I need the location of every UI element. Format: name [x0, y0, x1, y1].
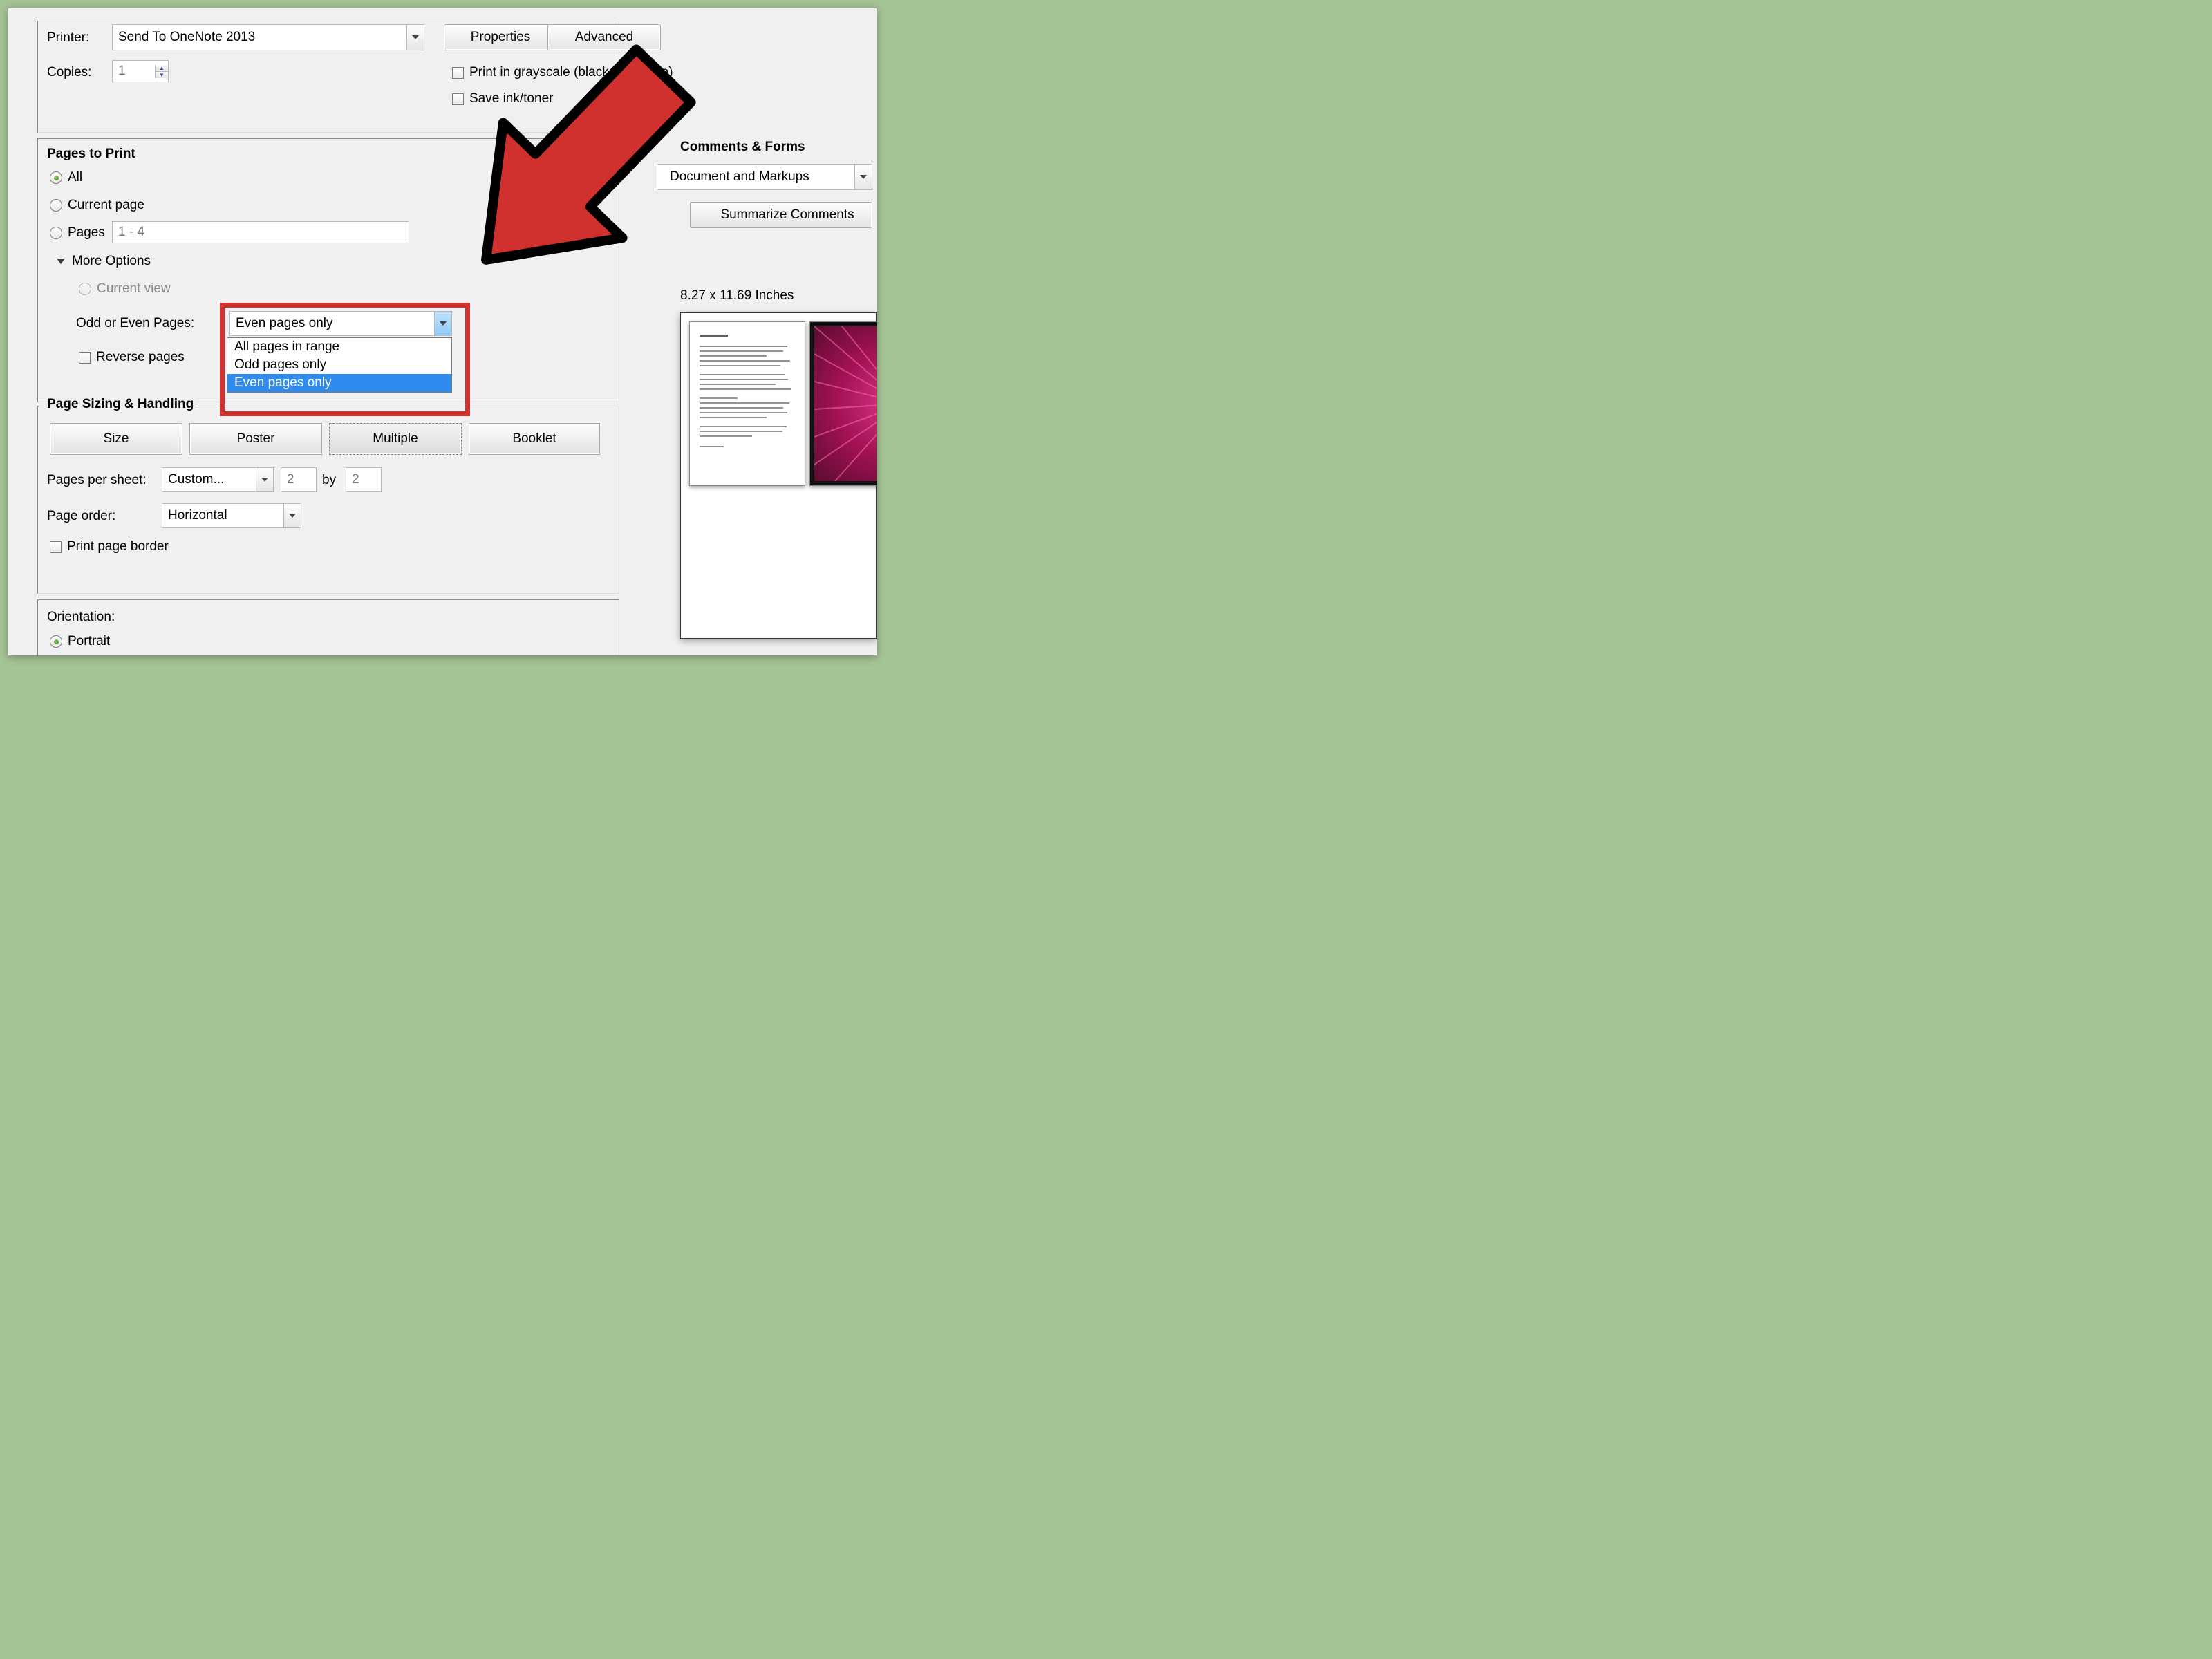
more-options-label: More Options [72, 254, 151, 269]
pages-per-sheet-label: Pages per sheet: [47, 473, 147, 488]
properties-button[interactable]: Properties [444, 24, 557, 50]
odd-even-dropdown-list[interactable]: All pages in range Odd pages only Even p… [227, 337, 452, 393]
odd-even-value: Even pages only [230, 316, 434, 331]
pages-per-sheet-select[interactable]: Custom... [162, 467, 274, 492]
copies-spinner-buttons[interactable]: ▲ ▼ [155, 65, 168, 78]
copies-down-icon[interactable]: ▼ [156, 71, 168, 78]
pages-range-input[interactable]: 1 - 4 [112, 221, 409, 243]
more-options-toggle[interactable]: More Options [57, 254, 151, 269]
pages-per-sheet-value: Custom... [162, 472, 256, 487]
odd-even-option-all[interactable]: All pages in range [227, 338, 451, 356]
page-order-value: Horizontal [162, 508, 283, 523]
print-border-label: Print page border [67, 539, 169, 554]
collapse-icon [57, 259, 65, 264]
save-ink-label: Save ink/toner [469, 91, 553, 106]
sunburst-icon [814, 326, 877, 481]
pages-radio-row[interactable]: Pages [50, 225, 105, 241]
odd-even-arrow[interactable] [434, 312, 451, 335]
current-page-radio[interactable] [50, 199, 62, 212]
preview-page-left [689, 321, 805, 486]
printer-select[interactable]: Send To OneNote 2013 [112, 24, 424, 50]
copies-up-icon[interactable]: ▲ [156, 65, 168, 71]
preview-dimensions: 8.27 x 11.69 Inches [680, 288, 794, 303]
orientation-section-box [37, 599, 619, 655]
chevron-down-icon [289, 514, 296, 518]
chevron-down-icon [412, 35, 419, 39]
reverse-pages-label: Reverse pages [96, 350, 185, 365]
page-order-label: Page order: [47, 509, 115, 524]
printer-select-value: Send To OneNote 2013 [113, 30, 406, 45]
comments-forms-value: Document and Markups [657, 169, 854, 185]
odd-even-select[interactable]: Even pages only [229, 311, 452, 336]
all-radio[interactable] [50, 171, 62, 184]
current-page-radio-row[interactable]: Current page [50, 198, 144, 213]
portrait-radio-row[interactable]: Portrait [50, 634, 110, 649]
pages-per-sheet-arrow[interactable] [256, 468, 273, 491]
copies-value: 1 [113, 64, 155, 79]
current-view-radio [79, 283, 91, 295]
grid-y-value: 2 [346, 472, 381, 487]
comments-forms-select[interactable]: Document and Markups [657, 164, 872, 190]
print-border-row[interactable]: Print page border [50, 539, 169, 554]
current-view-label: Current view [97, 281, 171, 297]
odd-even-option-odd[interactable]: Odd pages only [227, 356, 451, 374]
all-radio-row[interactable]: All [50, 170, 82, 185]
pages-to-print-heading: Pages to Print [47, 147, 135, 162]
grid-by-label: by [322, 473, 336, 488]
current-view-radio-row: Current view [79, 281, 171, 297]
save-ink-checkbox[interactable] [452, 93, 464, 105]
preview-page-right [809, 321, 877, 486]
copies-spinner[interactable]: 1 ▲ ▼ [112, 60, 169, 82]
comments-forms-arrow[interactable] [854, 165, 872, 189]
grid-x-value: 2 [281, 472, 316, 487]
grid-y-input[interactable]: 2 [346, 467, 382, 492]
chevron-down-icon [261, 478, 268, 482]
page-order-arrow[interactable] [283, 504, 301, 527]
save-ink-row[interactable]: Save ink/toner i [452, 91, 608, 106]
chevron-down-icon [440, 321, 447, 326]
grayscale-checkbox[interactable] [452, 67, 464, 79]
chevron-down-icon [860, 175, 867, 179]
poster-button[interactable]: Poster [189, 423, 322, 455]
copies-label: Copies: [47, 65, 91, 80]
odd-even-option-even[interactable]: Even pages only [227, 374, 451, 392]
orientation-heading: Orientation: [47, 610, 115, 625]
grayscale-row[interactable]: Print in grayscale (black and white) [452, 65, 673, 80]
booklet-button[interactable]: Booklet [469, 423, 600, 455]
preview-panel [680, 312, 877, 639]
all-label: All [68, 170, 82, 185]
current-page-label: Current page [68, 198, 144, 213]
comments-forms-heading: Comments & Forms [680, 140, 849, 155]
portrait-label: Portrait [68, 634, 110, 649]
sizing-heading: Page Sizing & Handling [47, 397, 198, 412]
grayscale-label: Print in grayscale (black and white) [469, 65, 673, 80]
page-order-select[interactable]: Horizontal [162, 503, 301, 528]
printer-label: Printer: [47, 30, 89, 46]
reverse-pages-row[interactable]: Reverse pages [79, 350, 185, 365]
grid-x-input[interactable]: 2 [281, 467, 317, 492]
printer-select-arrow[interactable] [406, 25, 424, 50]
reverse-pages-checkbox[interactable] [79, 352, 91, 364]
pages-radio[interactable] [50, 227, 62, 239]
advanced-button[interactable]: Advanced [547, 24, 661, 50]
info-icon[interactable]: i [594, 92, 608, 106]
size-button[interactable]: Size [50, 423, 182, 455]
pages-radio-label: Pages [68, 225, 105, 241]
odd-even-label: Odd or Even Pages: [76, 316, 194, 331]
print-dialog: Printer: Send To OneNote 2013 Properties… [8, 8, 877, 655]
pages-range-value: 1 - 4 [113, 225, 409, 240]
print-border-checkbox[interactable] [50, 541, 62, 553]
summarize-comments-button[interactable]: Summarize Comments [690, 202, 872, 228]
multiple-button[interactable]: Multiple [329, 423, 462, 455]
portrait-radio[interactable] [50, 635, 62, 648]
